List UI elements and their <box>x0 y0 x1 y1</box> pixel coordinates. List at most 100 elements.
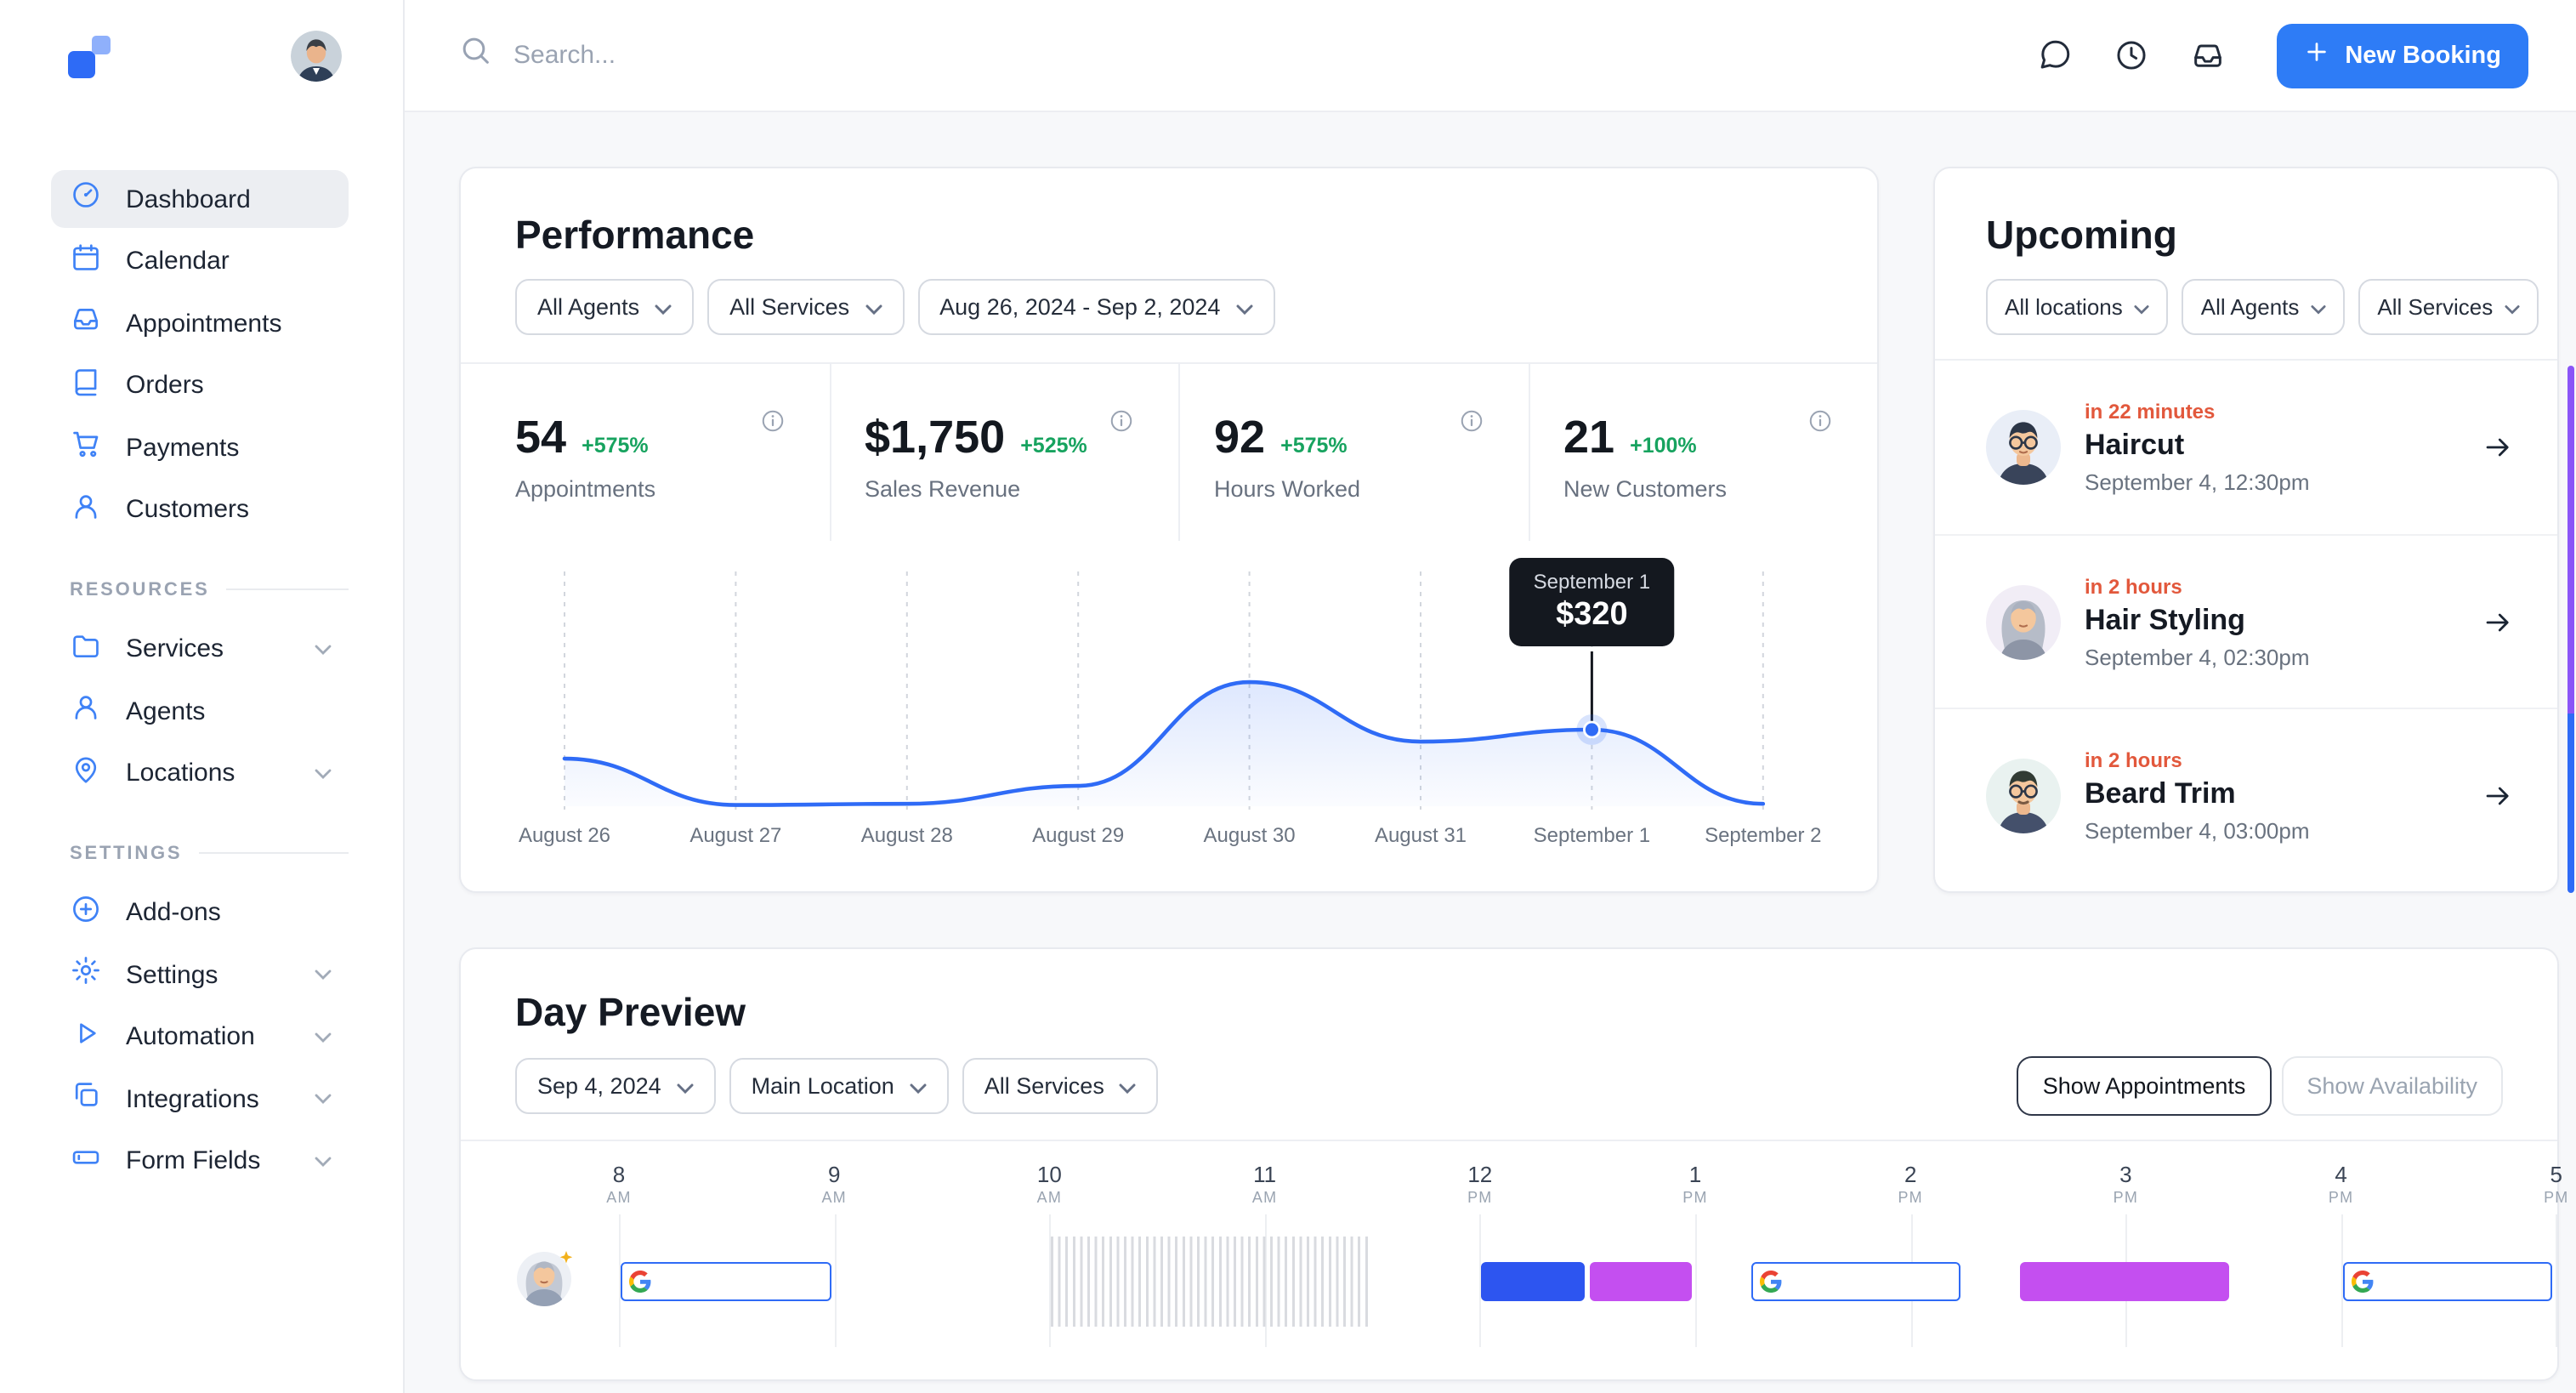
services-filter-dropdown[interactable]: All Services <box>707 279 905 335</box>
arrow-right-icon[interactable] <box>2482 606 2513 637</box>
timeline-event-google[interactable] <box>621 1262 831 1301</box>
arrow-right-icon[interactable] <box>2482 780 2513 810</box>
chat-button[interactable] <box>2037 37 2073 73</box>
day-preview-filters: Sep 4, 2024 Main Location All Services <box>515 1058 1159 1114</box>
stat-delta: +525% <box>1020 434 1087 458</box>
map-pin-icon <box>70 753 102 793</box>
timeline-event-blocked[interactable] <box>1051 1237 1370 1327</box>
location-dropdown[interactable]: Main Location <box>729 1058 949 1114</box>
book-icon <box>70 365 102 406</box>
date-dropdown[interactable]: Sep 4, 2024 <box>515 1058 716 1114</box>
dropdown-value: All locations <box>2005 294 2123 320</box>
upcoming-scrollbar[interactable] <box>2567 366 2574 893</box>
hour-tick <box>2556 1214 2558 1347</box>
chevron-down-icon <box>315 1156 332 1166</box>
sidebar-item-appointments[interactable]: Appointments <box>51 294 349 352</box>
person-icon <box>70 691 102 731</box>
dropdown-value: All Services <box>984 1073 1104 1099</box>
info-icon[interactable] <box>1109 408 1134 434</box>
sidebar-item-addons[interactable]: Add-ons <box>51 884 349 941</box>
show-appointments-toggle[interactable]: Show Appointments <box>2017 1056 2272 1116</box>
section-divider <box>199 852 349 854</box>
chevron-down-icon <box>315 644 332 654</box>
info-icon[interactable] <box>1807 408 1833 434</box>
sidebar-item-settings[interactable]: Settings <box>51 946 349 1004</box>
topbar-actions: New Booking <box>2037 23 2528 88</box>
logo-block-large <box>68 50 95 77</box>
info-icon[interactable] <box>1458 408 1484 434</box>
services-dropdown[interactable]: All Services <box>962 1058 1159 1114</box>
upcoming-title: Upcoming <box>1986 213 2177 257</box>
timeline-event-google[interactable] <box>2342 1262 2553 1301</box>
timeline-event-purple[interactable] <box>1589 1262 1692 1301</box>
appointment-info: in 2 hours Beard Trim September 4, 03:00… <box>2085 748 2482 843</box>
sidebar-item-label: Services <box>126 634 224 663</box>
timeline-event-google[interactable] <box>1750 1262 1961 1301</box>
sidebar-item-customers[interactable]: Customers <box>51 480 349 538</box>
sidebar: Dashboard Calendar Appointments Orders P… <box>0 0 405 1393</box>
hour-label: 1 PM <box>1682 1162 1708 1206</box>
sidebar-item-calendar[interactable]: Calendar <box>51 232 349 290</box>
sidebar-item-dashboard[interactable]: Dashboard <box>51 170 349 228</box>
upcoming-item[interactable]: in 2 hours Hair Styling September 4, 02:… <box>1935 534 2557 708</box>
upcoming-item[interactable]: in 22 minutes Haircut September 4, 12:30… <box>1935 361 2557 534</box>
upcoming-list: in 22 minutes Haircut September 4, 12:30… <box>1935 359 2557 881</box>
date-range-dropdown[interactable]: Aug 26, 2024 - Sep 2, 2024 <box>917 279 1275 335</box>
day-timeline: 8 AM 9 AM 10 AM 11 AM 12 PM 1 PM 2 PM 3 PM 4 PM 5 PM <box>515 1141 2567 1371</box>
sidebar-item-locations[interactable]: Locations <box>51 744 349 802</box>
chevron-down-icon <box>2135 294 2150 320</box>
day-preview-card: Day Preview Sep 4, 2024 Main Location Al… <box>459 947 2567 1381</box>
sidebar-item-services[interactable]: Services <box>51 620 349 678</box>
upcoming-item[interactable]: in 2 hours Beard Trim September 4, 03:00… <box>1935 708 2557 881</box>
sidebar-item-label: Integrations <box>126 1084 259 1113</box>
timeline-event-purple[interactable] <box>2019 1262 2230 1301</box>
inbox-icon <box>70 303 102 344</box>
stat-delta: +100% <box>1630 434 1697 458</box>
sidebar-item-agents[interactable]: Agents <box>51 682 349 740</box>
hour-tick <box>1695 1214 1697 1347</box>
dropdown-value: Aug 26, 2024 - Sep 2, 2024 <box>939 294 1221 320</box>
sidebar-item-label: Locations <box>126 759 235 787</box>
play-icon <box>70 1016 102 1057</box>
search-icon <box>459 34 493 77</box>
day-preview-title: Day Preview <box>515 990 746 1034</box>
search-input[interactable] <box>513 41 1058 70</box>
chevron-down-icon <box>2311 294 2326 320</box>
section-title: SETTINGS <box>70 843 183 863</box>
show-availability-toggle[interactable]: Show Availability <box>2281 1056 2503 1116</box>
plus-icon <box>2304 39 2329 71</box>
chevron-down-icon <box>315 1094 332 1104</box>
chevron-down-icon <box>865 294 882 320</box>
sidebar-item-form-fields[interactable]: Form Fields <box>51 1132 349 1190</box>
history-clock-button[interactable] <box>2114 37 2149 73</box>
services-filter-dropdown[interactable]: All Services <box>2358 279 2539 335</box>
user-avatar[interactable] <box>291 31 342 82</box>
sidebar-item-payments[interactable]: Payments <box>51 418 349 476</box>
upcoming-filters: All locations All Agents All Services <box>1986 279 2539 335</box>
sidebar-header <box>0 0 403 112</box>
timeline-event-blue[interactable] <box>1481 1262 1585 1301</box>
tooltip-value: $320 <box>1556 597 1628 633</box>
calendar-icon <box>70 241 102 281</box>
chart-x-label: August 31 <box>1374 823 1467 847</box>
dropdown-value: All Services <box>729 294 850 320</box>
inbox-button[interactable] <box>2190 37 2226 73</box>
sidebar-item-label: Calendar <box>126 247 230 276</box>
sidebar-section-settings: SETTINGS <box>51 843 349 863</box>
agents-filter-dropdown[interactable]: All Agents <box>2182 279 2346 335</box>
app-logo-icon[interactable] <box>68 35 111 77</box>
agents-filter-dropdown[interactable]: All Agents <box>515 279 695 335</box>
arrow-right-icon[interactable] <box>2482 432 2513 463</box>
chart-x-label: August 26 <box>518 823 611 847</box>
sidebar-item-label: Form Fields <box>126 1146 261 1175</box>
new-booking-button[interactable]: New Booking <box>2277 23 2528 88</box>
chevron-down-icon <box>315 1032 332 1042</box>
sidebar-item-automation[interactable]: Automation <box>51 1008 349 1066</box>
chart-x-label: August 30 <box>1203 823 1296 847</box>
logo-block-small <box>92 35 111 54</box>
sidebar-item-integrations[interactable]: Integrations <box>51 1070 349 1128</box>
chevron-down-icon <box>315 768 332 778</box>
locations-filter-dropdown[interactable]: All locations <box>1986 279 2169 335</box>
info-icon[interactable] <box>759 408 785 434</box>
sidebar-item-orders[interactable]: Orders <box>51 356 349 414</box>
